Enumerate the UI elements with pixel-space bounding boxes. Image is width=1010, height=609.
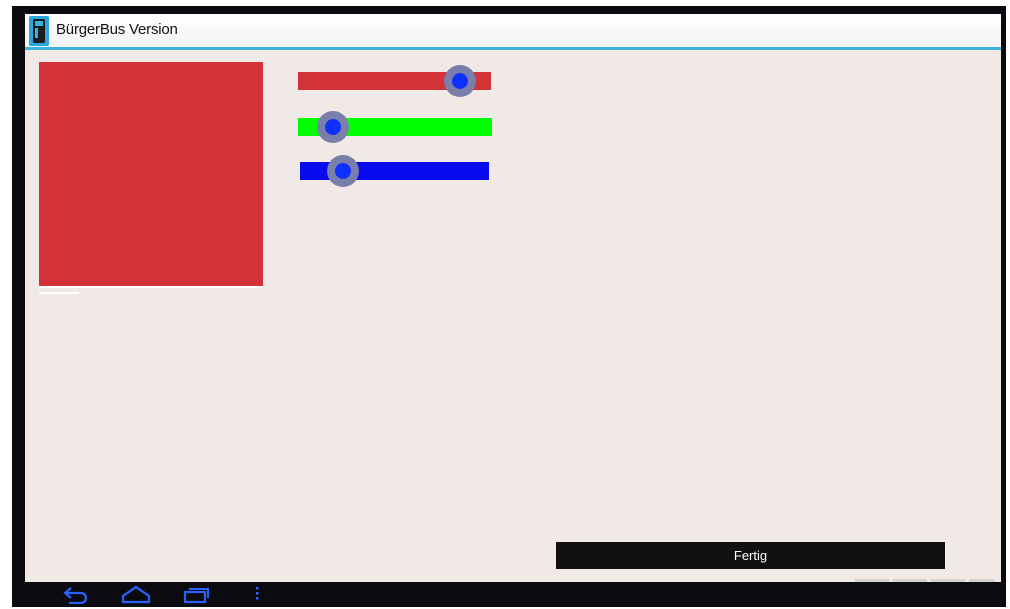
blue-slider-thumb[interactable]	[327, 155, 360, 187]
green-slider-thumb[interactable]	[316, 111, 349, 143]
home-icon[interactable]	[120, 584, 152, 609]
blue-slider[interactable]	[300, 151, 489, 191]
red-slider[interactable]	[298, 61, 491, 101]
back-icon[interactable]	[61, 584, 91, 609]
green-slider[interactable]	[298, 107, 492, 147]
done-button[interactable]: Fertig	[556, 542, 945, 569]
app-screen: BürgerBus Version Fertig	[25, 14, 1001, 582]
menu-icon[interactable]	[253, 584, 261, 609]
app-title: BürgerBus Version	[56, 21, 178, 38]
app-icon	[29, 16, 49, 46]
color-preview	[39, 62, 263, 288]
action-bar: BürgerBus Version	[25, 14, 1001, 50]
preview-underline	[39, 292, 79, 294]
system-navbar	[25, 582, 1001, 607]
recent-apps-icon[interactable]	[182, 584, 212, 609]
red-slider-thumb[interactable]	[444, 65, 477, 97]
